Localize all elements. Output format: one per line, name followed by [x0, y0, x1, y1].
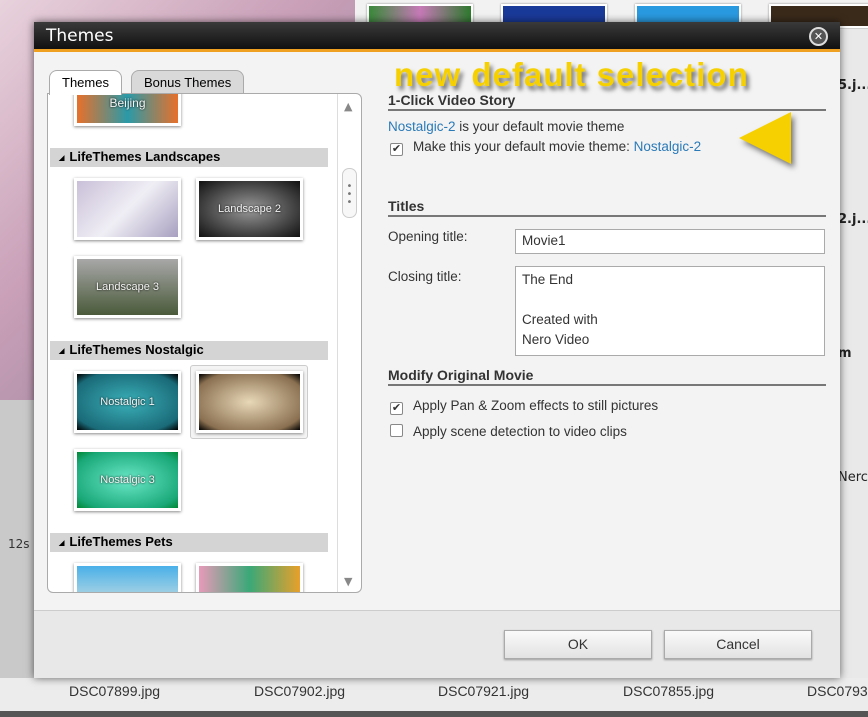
pan-zoom-option[interactable]: ✔ Apply Pan & Zoom effects to still pictu… — [388, 398, 826, 415]
theme-thumbnail[interactable]: Landscape 2 — [196, 178, 303, 240]
opening-title-input[interactable]: Movie1 — [515, 229, 825, 254]
close-icon[interactable]: ✕ — [809, 27, 828, 46]
section-heading: Titles — [388, 198, 826, 217]
group-header-landscapes[interactable]: ◢ LifeThemes Landscapes — [50, 148, 328, 167]
theme-caption: Nostalgic 1 — [100, 396, 155, 408]
bg-label: 5.j... — [838, 78, 868, 93]
theme-thumbnail-selected[interactable] — [196, 371, 303, 433]
tab-themes[interactable]: Themes — [49, 70, 122, 95]
theme-thumbnail[interactable] — [196, 563, 303, 592]
dialog-title: Themes — [46, 26, 114, 46]
bg-label: 2.j... — [838, 212, 868, 227]
theme-thumbnail[interactable] — [74, 563, 181, 592]
theme-thumbnail[interactable]: Landscape 3 — [74, 256, 181, 318]
opening-title-label: Opening title: — [388, 229, 468, 244]
scene-detection-option[interactable]: Apply scene detection to video clips — [388, 424, 826, 439]
closing-title-textarea[interactable]: The End Created with Nero Video — [515, 266, 825, 356]
cancel-button[interactable]: Cancel — [664, 630, 812, 659]
checkbox-checked[interactable]: ✔ — [390, 143, 403, 156]
title-bar: Themes ✕ — [34, 22, 840, 52]
filename[interactable]: DSC0793 — [807, 683, 868, 699]
annotation-text: new default selection — [394, 56, 749, 93]
theme-caption: Nostalgic 3 — [100, 474, 155, 486]
checkbox-unchecked[interactable] — [390, 424, 403, 437]
theme-list[interactable]: Beijing ◢ LifeThemes Landscapes Landscape… — [47, 93, 362, 593]
filename[interactable]: DSC07855.jpg — [623, 683, 714, 699]
theme-thumbnail[interactable]: Nostalgic 3 — [74, 449, 181, 511]
section-heading: 1-Click Video Story — [388, 92, 826, 111]
collapse-triangle-icon: ◢ — [59, 539, 65, 547]
theme-thumbnail[interactable]: Nostalgic 1 — [74, 371, 181, 433]
scroll-up-arrow-icon[interactable]: ▲ — [344, 100, 352, 113]
scroll-thumb[interactable]: • • • — [342, 168, 357, 218]
section-heading: Modify Original Movie — [388, 367, 826, 386]
bg-label: m — [838, 346, 852, 361]
bg-label: Nerc — [838, 470, 868, 485]
theme-thumbnail-beijing[interactable]: Beijing — [74, 94, 181, 126]
filename[interactable]: DSC07921.jpg — [438, 683, 529, 699]
collapse-triangle-icon: ◢ — [59, 347, 65, 355]
themes-dialog: Themes ✕ Themes Bonus Themes Beijing ◢ Li… — [34, 22, 840, 678]
default-theme-link[interactable]: Nostalgic-2 — [388, 119, 456, 134]
group-header-pets[interactable]: ◢ LifeThemes Pets — [50, 533, 328, 552]
filename[interactable]: DSC07902.jpg — [254, 683, 345, 699]
filename[interactable]: DSC07899.jpg — [69, 683, 160, 699]
timeline-label: 12s — [8, 537, 30, 551]
dialog-footer: OK Cancel — [34, 610, 840, 678]
theme-caption: Landscape 3 — [96, 281, 159, 293]
closing-title-label: Closing title: — [388, 269, 462, 284]
scroll-down-arrow-icon[interactable]: ▼ — [344, 575, 352, 588]
scrollbar[interactable]: ▲ • • • ▼ — [337, 94, 361, 592]
theme-thumbnail[interactable] — [74, 178, 181, 240]
annotation-arrow-icon — [739, 112, 791, 164]
theme-caption: Landscape 2 — [218, 203, 281, 215]
tab-bonus-themes[interactable]: Bonus Themes — [131, 70, 245, 94]
theme-caption: Beijing — [109, 96, 146, 110]
ok-button[interactable]: OK — [504, 630, 652, 659]
group-header-nostalgic[interactable]: ◢ LifeThemes Nostalgic — [50, 341, 328, 360]
checkbox-checked[interactable]: ✔ — [390, 402, 403, 415]
collapse-triangle-icon: ◢ — [59, 154, 65, 162]
